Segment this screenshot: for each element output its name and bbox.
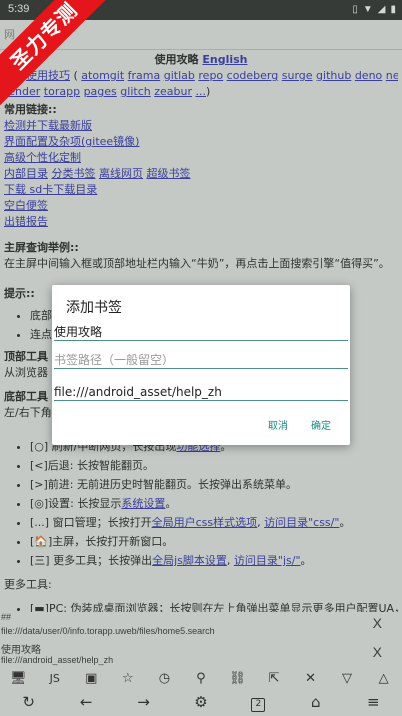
mirror-links-row1: 使用技巧 ( atomgit frama gitlab repo codeber…	[4, 68, 398, 84]
main-toolbar: ↻ ← → ⚙ 2 ⌂ ≡	[0, 688, 402, 716]
list-item: [🏠]主屏，长按打开新窗口。	[30, 534, 398, 550]
dialog-title: 添加书签	[66, 300, 122, 316]
share-icon[interactable]: ⇱	[263, 671, 285, 686]
quick-link[interactable]: 离线网页	[99, 167, 143, 180]
mirror-link[interactable]: surge	[282, 69, 313, 82]
home-search-text: 在主屏中间输入框或顶部地址栏内输入“牛奶”，再点击上面搜索引擎“值得买”。	[4, 257, 390, 270]
js-dir-link[interactable]: 访问目录"js/"	[234, 554, 301, 567]
refresh-icon[interactable]: ↻	[18, 693, 40, 711]
quick-link[interactable]: 超级书签	[147, 167, 191, 180]
close-page-icon[interactable]: X	[373, 644, 382, 660]
mirror-link[interactable]: netlify	[386, 69, 398, 82]
quick-link[interactable]: 内部目录	[4, 167, 48, 180]
back-icon[interactable]: ←	[75, 693, 97, 711]
menu-icon[interactable]: ≡	[362, 693, 384, 711]
css-dir-link[interactable]: 访问目录"css/"	[264, 516, 339, 529]
list-item: [三] 更多工具；长按弹出全局js脚本设置, 访问目录"js/"。	[30, 553, 398, 569]
mirror-link[interactable]: ...	[196, 85, 207, 98]
mirror-link[interactable]: gitlab	[164, 69, 195, 82]
mirror-links-row2: render torapp pages glitch zeabur ...)	[4, 85, 211, 98]
browser-app: 5:39 ▯ ▼ ◢ ▮ 圣力专测 网 使用攻略 English 使用技巧 ( …	[0, 0, 402, 716]
signal-icon: ◢	[377, 4, 386, 15]
desktop-mode-icon[interactable]: 🖥	[7, 671, 29, 686]
scroll-up-icon[interactable]: △	[373, 671, 395, 686]
add-bookmark-dialog: 添加书签 取消 确定	[52, 285, 350, 445]
current-page-title: 使用攻略	[1, 645, 41, 656]
list-item: [▬]PC: 伪装成桌面浏览器；长按则在左上角弹出菜单显示更多用户配置UA，	[30, 601, 398, 612]
home-icon[interactable]: ⌂	[305, 693, 327, 711]
system-settings-link[interactable]: 系统设置	[121, 497, 165, 510]
mirror-link[interactable]: torapp	[44, 85, 80, 98]
status-time: 5:39	[8, 3, 30, 15]
page-title: 使用攻略 English	[154, 53, 248, 66]
mirror-link[interactable]: codeberg	[227, 69, 279, 82]
links-row: 内部目录 分类书签 离线网页 超级书签	[4, 166, 398, 182]
address-text: 网	[4, 28, 15, 41]
close-icon[interactable]: ✕	[300, 671, 322, 686]
cancel-button[interactable]: 取消	[268, 417, 288, 432]
mirror-link[interactable]: repo	[198, 69, 223, 82]
ui-config-link[interactable]: 界面配置及杂项	[4, 135, 81, 148]
home-search-title: 主屏查询举例::	[4, 241, 79, 254]
settings-icon[interactable]: ⚙	[190, 693, 212, 711]
download-link[interactable]: 下载 sd卡下载目录	[4, 183, 97, 196]
report-link[interactable]: 出错报告	[4, 215, 48, 228]
mirror-link[interactable]: github	[316, 69, 351, 82]
js-settings-link[interactable]: 全局js脚本设置	[152, 554, 227, 567]
tabs-button[interactable]: 2	[247, 692, 269, 712]
battery-icon: ▮	[390, 4, 396, 15]
current-page-path: file:///android_asset/help_zh	[1, 655, 114, 665]
ok-button[interactable]: 确定	[311, 417, 331, 432]
tab-count: 2	[251, 698, 266, 712]
bookmark-path-input[interactable]	[54, 349, 348, 369]
mirror-link[interactable]: pages	[84, 85, 117, 98]
mirror-link[interactable]: frama	[128, 69, 161, 82]
list-item: [...] 窗口管理；长按打开全局用户css样式选项, 访问目录"css/"。	[30, 515, 398, 531]
secondary-toolbar: 🖥 JS ▣ ☆ ◷ ⚲ ⛓ ⇱ ✕ ▽ △	[0, 668, 402, 688]
status-icons: ▯ ▼ ◢ ▮	[352, 3, 396, 16]
js-icon[interactable]: JS	[44, 672, 66, 685]
forward-icon[interactable]: →	[133, 693, 155, 711]
search-icon[interactable]: ⚲	[190, 671, 212, 686]
star-icon[interactable]: ☆	[117, 671, 139, 686]
close-search-icon[interactable]: X	[373, 615, 382, 631]
more-tools-list: [▬]PC: 伪装成桌面浏览器；长按则在左上角弹出菜单显示更多用户配置UA，	[30, 601, 398, 612]
list-item: [◎]设置: 长按显示系统设置。	[30, 496, 398, 512]
bookmark-name-input[interactable]	[54, 321, 348, 341]
list-item: [>]前进: 无前进历史时智能翻页。长按弹出系统菜单。	[30, 477, 398, 493]
bookmark-url-input[interactable]	[54, 381, 348, 401]
more-tools-title: 更多工具:	[4, 578, 52, 591]
hash-text: ##	[1, 612, 12, 622]
quick-link[interactable]: 分类书签	[52, 167, 96, 180]
links-header: 常用链接::	[4, 103, 57, 116]
blank-note-link[interactable]: 空白便签	[4, 199, 48, 212]
css-options-link[interactable]: 全局用户css样式选项	[152, 516, 258, 529]
gitee-link[interactable]: (gitee镜像)	[81, 135, 139, 148]
link-icon[interactable]: ⛓	[226, 671, 248, 686]
vibrate-icon: ▯	[352, 4, 358, 15]
english-link[interactable]: English	[202, 53, 247, 66]
history-icon[interactable]: ◷	[153, 671, 175, 686]
mirror-link[interactable]: deno	[355, 69, 382, 82]
wifi-icon: ▼	[362, 4, 373, 15]
scroll-down-icon[interactable]: ▽	[336, 671, 358, 686]
mirror-link[interactable]: atomgit	[81, 69, 124, 82]
mirror-link[interactable]: zeabur	[154, 85, 192, 98]
tools-list: [○] 刷新/中断网页，长按出现功能选择。 [<]后退: 长按智能翻页。 [>]…	[30, 439, 398, 569]
mirror-link[interactable]: glitch	[120, 85, 150, 98]
update-link[interactable]: 检测并下载最新版	[4, 119, 92, 132]
search-path-text: file:///data/user/0/info.torapp.uweb/fil…	[1, 626, 215, 636]
bottom-info-panel: ## file:///data/user/0/info.torapp.uweb/…	[0, 612, 402, 668]
advanced-link[interactable]: 高级个性化定制	[4, 151, 81, 164]
list-item: [<]后退: 长按智能翻页。	[30, 458, 398, 474]
image-icon[interactable]: ▣	[80, 671, 102, 686]
